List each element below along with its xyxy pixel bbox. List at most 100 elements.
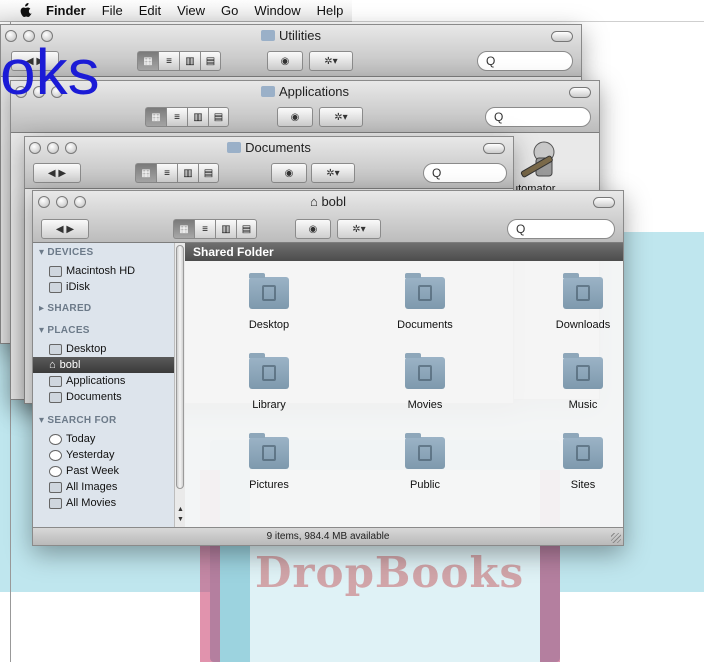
coverflow-view-icon[interactable]: ▤: [236, 219, 257, 239]
search-input[interactable]: Q: [477, 51, 573, 71]
folder-downloads[interactable]: Downloads: [503, 273, 623, 331]
column-view-icon[interactable]: ▥: [187, 107, 208, 127]
list-view-icon[interactable]: ≡: [166, 107, 187, 127]
folder-icon: [227, 142, 242, 153]
list-view-icon[interactable]: ≡: [156, 163, 177, 183]
coverflow-view-icon[interactable]: ▤: [198, 163, 219, 183]
sidebar-item-bobl[interactable]: ⌂ bobl: [33, 357, 174, 373]
folder-library[interactable]: Library: [189, 353, 349, 411]
view-switcher[interactable]: ▦ ≡ ▥ ▤: [135, 163, 219, 183]
menu-go[interactable]: Go: [213, 3, 246, 18]
toolbar-toggle-icon[interactable]: [569, 87, 591, 98]
sidebar-item-idisk[interactable]: iDisk: [49, 279, 90, 295]
menu-view[interactable]: View: [169, 3, 213, 18]
content-header: Shared Folder: [185, 243, 623, 261]
smart-folder-icon: [49, 497, 62, 509]
status-text: 9 items, 984.4 MB available: [266, 531, 390, 542]
window-title: bobl: [321, 194, 347, 209]
folder-pictures[interactable]: Pictures: [189, 433, 349, 491]
view-switcher[interactable]: ▦ ≡ ▥ ▤: [145, 107, 229, 127]
menu-finder[interactable]: Finder: [38, 3, 94, 18]
sidebar-item-applications[interactable]: Applications: [49, 373, 125, 389]
folder-sites[interactable]: Sites: [503, 433, 623, 491]
folder-icon: [563, 353, 603, 389]
search-input[interactable]: Q: [423, 163, 507, 183]
icon-view-icon[interactable]: ▦: [145, 107, 166, 127]
window-title: Utilities: [279, 28, 321, 43]
back-forward-button[interactable]: ◀ ▶: [41, 219, 89, 239]
column-view-icon[interactable]: ▥: [179, 51, 200, 71]
folder-movies[interactable]: Movies: [345, 353, 505, 411]
folder-icon: [563, 273, 603, 309]
action-button[interactable]: ✲▾: [311, 163, 355, 183]
menu-window[interactable]: Window: [246, 3, 308, 18]
view-switcher[interactable]: ▦ ≡ ▥ ▤: [173, 219, 257, 239]
back-forward-button[interactable]: ◀ ▶: [33, 163, 81, 183]
overlay-text: oks: [0, 36, 100, 108]
folder-icon: [249, 353, 289, 389]
search-input[interactable]: Q: [485, 107, 591, 127]
applications-icon: [49, 375, 62, 387]
sidebar-item-today[interactable]: Today: [49, 431, 95, 447]
document-icon: [49, 391, 62, 403]
sidebar-header-places[interactable]: ▾ PLACES: [39, 325, 90, 336]
sidebar-item-macintosh-hd[interactable]: Macintosh HD: [49, 263, 135, 279]
quicklook-button[interactable]: ◉: [295, 219, 331, 239]
icon-view-icon[interactable]: ▦: [135, 163, 156, 183]
folder-icon: [249, 273, 289, 309]
sidebar-header-search-for[interactable]: ▾ SEARCH FOR: [39, 415, 117, 426]
sidebar-item-past-week[interactable]: Past Week: [49, 463, 119, 479]
folder-public[interactable]: Public: [345, 433, 505, 491]
coverflow-view-icon[interactable]: ▤: [208, 107, 229, 127]
desktop-icon: [49, 343, 62, 355]
sidebar-item-documents[interactable]: Documents: [49, 389, 122, 405]
automator-icon[interactable]: [516, 138, 566, 182]
action-button[interactable]: ✲▾: [319, 107, 363, 127]
window-title: Applications: [278, 84, 350, 99]
folder-icon: [261, 30, 276, 41]
quicklook-button[interactable]: ◉: [271, 163, 307, 183]
sidebar-header-devices[interactable]: ▾ DEVICES: [39, 247, 93, 258]
view-switcher[interactable]: ▦ ≡ ▥ ▤: [137, 51, 221, 71]
menu-file[interactable]: File: [94, 3, 131, 18]
window-title: Documents: [245, 140, 311, 155]
menu-edit[interactable]: Edit: [131, 3, 169, 18]
smart-folder-icon: [49, 481, 62, 493]
bobl-titlebar[interactable]: ⌂ bobl ◀ ▶ ▦ ≡ ▥ ▤ ◉ ✲▾ Q: [33, 191, 623, 243]
folder-documents[interactable]: Documents: [345, 273, 505, 331]
coverflow-view-icon[interactable]: ▤: [200, 51, 221, 71]
scrollbar-thumb[interactable]: [176, 245, 184, 489]
toolbar-toggle-icon[interactable]: [593, 197, 615, 208]
icon-view-icon[interactable]: ▦: [137, 51, 158, 71]
sidebar-item-yesterday[interactable]: Yesterday: [49, 447, 115, 463]
action-button[interactable]: ✲▾: [309, 51, 353, 71]
list-view-icon[interactable]: ≡: [194, 219, 215, 239]
sidebar-header-shared[interactable]: ▸ SHARED: [39, 303, 91, 314]
list-view-icon[interactable]: ≡: [158, 51, 179, 71]
sidebar-item-all-movies[interactable]: All Movies: [49, 495, 116, 511]
sidebar-scrollbar[interactable]: ▲ ▼: [174, 243, 185, 527]
search-input[interactable]: Q: [507, 219, 615, 239]
idisk-icon: [49, 281, 62, 293]
resize-grip-icon[interactable]: [611, 533, 621, 543]
documents-titlebar[interactable]: Documents ◀ ▶ ▦ ≡ ▥ ▤ ◉ ✲▾ Q: [25, 137, 513, 189]
bobl-window[interactable]: ⌂ bobl ◀ ▶ ▦ ≡ ▥ ▤ ◉ ✲▾ Q ▾ DEVICES Macinto…: [32, 190, 624, 546]
column-view-icon[interactable]: ▥: [215, 219, 236, 239]
folder-music[interactable]: Music: [503, 353, 623, 411]
apple-icon[interactable]: [20, 3, 32, 17]
sidebar-item-all-images[interactable]: All Images: [49, 479, 117, 495]
toolbar-toggle-icon[interactable]: [483, 143, 505, 154]
column-view-icon[interactable]: ▥: [177, 163, 198, 183]
folder-desktop[interactable]: Desktop: [189, 273, 349, 331]
sidebar-item-desktop[interactable]: Desktop: [49, 341, 106, 357]
folder-icon: [405, 433, 445, 469]
quicklook-button[interactable]: ◉: [277, 107, 313, 127]
icon-view-icon[interactable]: ▦: [173, 219, 194, 239]
folder-icon: [405, 273, 445, 309]
quicklook-button[interactable]: ◉: [267, 51, 303, 71]
folder-icon: [405, 353, 445, 389]
menu-bar: Finder File Edit View Go Window Help: [0, 0, 352, 22]
menu-help[interactable]: Help: [309, 3, 352, 18]
action-button[interactable]: ✲▾: [337, 219, 381, 239]
toolbar-toggle-icon[interactable]: [551, 31, 573, 42]
